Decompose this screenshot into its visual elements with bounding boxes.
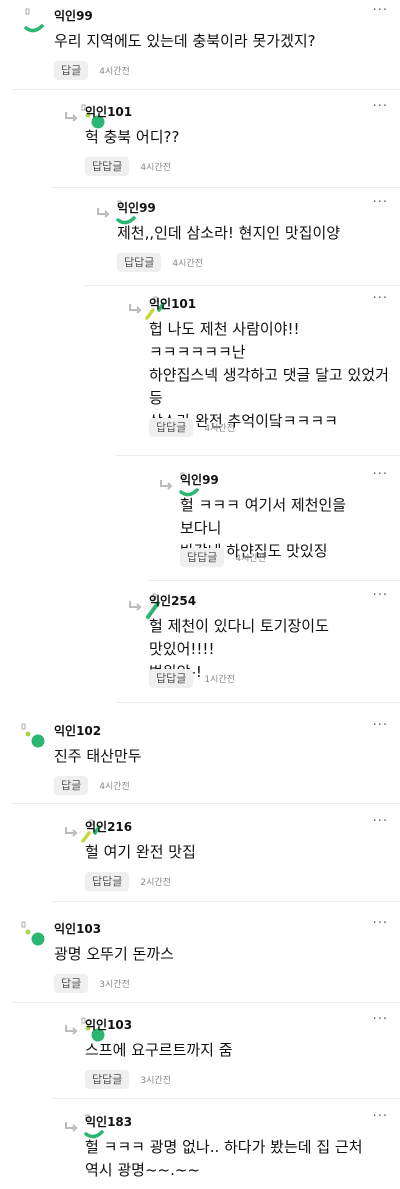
more-options-icon[interactable]: ··· [373,468,388,482]
reply-arrow-icon [64,1118,78,1132]
more-options-icon[interactable]: ··· [373,292,388,306]
comment-text: 스프에 요구르트까지 줌 [85,1041,233,1059]
comment-text: 헙 나도 제천 사람이야!!ㅋㅋㅋㅋㅋㅋ난 하얀집스넥 생각하고 댓글 달고 있… [149,320,389,430]
more-options-icon[interactable]: ··· [373,815,388,829]
comment-author[interactable]: 익인102 [54,723,101,739]
reply-button[interactable]: 답답글 [85,872,130,891]
comment-list: 익인99 ··· 우리 지역에도 있는데 충북이라 못가겠지? 답글 4시간전 익인101… [0,0,400,1189]
comment-timestamp: 4시간전 [235,554,266,564]
reply-arrow-icon [96,204,110,218]
comment-item: 익인99···헐 ㅋㅋㅋ 여기서 제천인을 보다니 반갑네 하얀집도 맛있징답답… [147,468,400,581]
more-options-icon[interactable]: ··· [373,719,388,733]
comment-timestamp: 4시간전 [172,259,203,269]
reply-button[interactable]: 답답글 [85,157,130,176]
comment-item: 익인103 ··· 광명 오뚜기 돈까스답글 3시간전 [12,917,400,1003]
comment-meta: 답답글 4시간전 [149,418,235,437]
reply-button[interactable]: 답답글 [180,548,225,567]
reply-button[interactable]: 답글 [54,974,89,993]
comment-text: 헐 여기 완전 맛집 [85,843,196,861]
reply-arrow-icon [128,597,142,611]
comment-author[interactable]: 익인216 [85,819,132,835]
comment-item: 익인101 ··· 헙 나도 제천 사람이야!!ㅋㅋㅋㅋㅋㅋ난 하얀집스넥 생각하고… [116,292,400,456]
reply-arrow-icon [64,108,78,122]
comment-author[interactable]: 익인99 [180,472,219,488]
comment-author[interactable]: 익인99 [54,8,93,24]
comment-timestamp: 1시간전 [204,675,235,685]
avatar-icon [20,921,48,949]
comment-meta: 답답글 4시간전 [180,548,266,567]
reply-button[interactable]: 답글 [54,776,89,795]
comment-author[interactable]: 익인254 [149,593,196,609]
more-options-icon[interactable]: ··· [373,1110,388,1124]
reply-button[interactable]: 답글 [54,61,89,80]
comment-author[interactable]: 익인99 [117,200,156,216]
reply-button[interactable]: 답답글 [149,418,194,437]
comment-timestamp: 3시간전 [140,1076,171,1086]
reply-arrow-icon [128,300,142,314]
comment-timestamp: 4시간전 [99,67,130,77]
more-options-icon[interactable]: ··· [373,917,388,931]
reply-arrow-icon [64,1021,78,1035]
comment-item: 익인99 ··· 제천,,인데 삼소라! 현지인 맛집이양답답글 4시간전 [84,196,400,286]
reply-button[interactable]: 답답글 [117,253,162,272]
comment-item: 익인101 ··· 헉 충북 어디?? 답답글 4시간전 [52,100,400,188]
reply-button[interactable]: 답답글 [149,669,194,688]
comment-text: 진주 태산만두 [54,747,142,765]
comment-meta: 답답글 1시간전 [149,669,235,688]
comment-author[interactable]: 익인103 [85,1017,132,1033]
comment-timestamp: 2시간전 [140,878,171,888]
comment-meta: 답글 4시간전 [54,776,130,795]
comment-text: 우리 지역에도 있는데 충북이라 못가겠지? [54,32,316,50]
comment-author[interactable]: 익인101 [85,104,132,120]
comment-item: 익인99 ··· 우리 지역에도 있는데 충북이라 못가겠지? 답글 4시간전 [12,4,400,90]
comment-text: 헉 충북 어디?? [85,128,180,146]
more-options-icon[interactable]: ··· [373,100,388,114]
avatar-icon [20,8,48,36]
more-options-icon[interactable]: ··· [373,4,388,18]
comment-item: 익인216 ··· 헐 여기 완전 맛집답답글 2시간전 [52,815,400,902]
more-options-icon[interactable]: ··· [373,196,388,210]
comment-timestamp: 3시간전 [99,980,130,990]
comment-meta: 답답글 4시간전 [85,157,171,176]
comment-timestamp: 4시간전 [99,782,130,792]
comment-text: 광명 오뚜기 돈까스 [54,945,174,963]
comment-item: 익인183 ··· 헐 ㅋㅋㅋ 광명 없나.. 하다가 봤는데 집 근처 역시 광명… [52,1110,400,1189]
reply-button[interactable]: 답답글 [85,1070,130,1089]
comment-author[interactable]: 익인101 [149,296,196,312]
comment-author[interactable]: 익인103 [54,921,101,937]
comment-text: 제천,,인데 삼소라! 현지인 맛집이양 [117,224,341,242]
comment-text: 헐 ㅋㅋㅋ 광명 없나.. 하다가 봤는데 집 근처 역시 광명~~.~~ [85,1138,363,1179]
comment-author[interactable]: 익인183 [85,1114,132,1130]
comment-timestamp: 4시간전 [140,163,171,173]
reply-arrow-icon [64,823,78,837]
comment-timestamp: 4시간전 [204,424,235,434]
avatar-icon [20,723,48,751]
comment-item: 익인254···헐 제천이 있다니 토기장이도 맛있어!!!! 법원앞-!답답글… [116,589,400,703]
more-options-icon[interactable]: ··· [373,589,388,603]
reply-arrow-icon [159,476,173,490]
comment-meta: 답글 4시간전 [54,61,130,80]
comment-meta: 답답글 2시간전 [85,872,171,891]
comment-meta: 답답글 4시간전 [117,253,203,272]
comment-item: 익인102 ··· 진주 태산만두답글 4시간전 [12,719,400,804]
comment-meta: 답답글 3시간전 [85,1070,171,1089]
comment-item: 익인103 ··· 스프에 요구르트까지 줌답답글 3시간전 [52,1013,400,1099]
more-options-icon[interactable]: ··· [373,1013,388,1027]
comment-meta: 답글 3시간전 [54,974,130,993]
